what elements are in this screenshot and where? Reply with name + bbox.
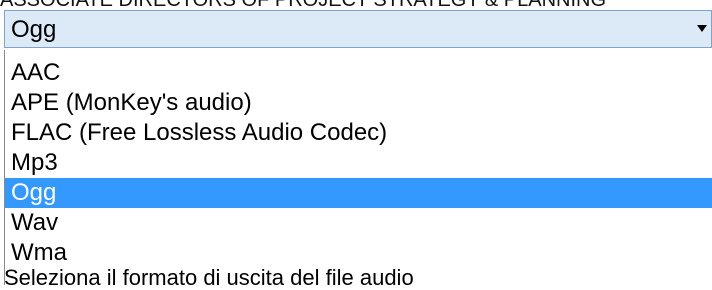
option-mp3[interactable]: Mp3 — [5, 148, 712, 178]
option-ogg[interactable]: Ogg — [5, 178, 712, 208]
format-select-value: Ogg — [11, 16, 57, 43]
option-ape[interactable]: APE (MonKey's audio) — [5, 88, 712, 118]
option-aac[interactable]: AAC — [5, 58, 712, 88]
option-wma[interactable]: Wma — [5, 238, 712, 268]
chevron-down-icon[interactable] — [697, 25, 707, 32]
option-flac[interactable]: FLAC (Free Lossless Audio Codec) — [5, 118, 712, 148]
format-select[interactable]: Ogg — [4, 10, 712, 48]
format-dropdown-list[interactable]: AAC APE (MonKey's audio) FLAC (Free Loss… — [4, 50, 712, 285]
option-wav[interactable]: Wav — [5, 208, 712, 238]
clipped-footer-text: Seleziona il formato di uscita del file … — [4, 266, 414, 290]
